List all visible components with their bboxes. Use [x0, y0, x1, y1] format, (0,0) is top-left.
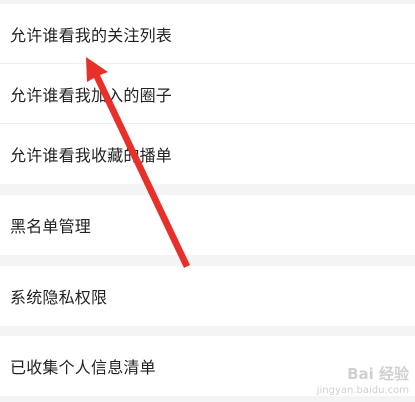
row-label: 允许谁看我加入的圈子	[10, 85, 173, 105]
row-follow-list-visibility[interactable]: 允许谁看我的关注列表	[0, 4, 415, 64]
watermark-url: jingyan.baidu.com	[316, 385, 409, 396]
row-collected-playlists-visibility[interactable]: 允许谁看我收藏的播单	[0, 124, 415, 184]
row-label: 黑名单管理	[10, 217, 92, 236]
row-label: 已收集个人信息清单	[10, 358, 156, 377]
blacklist-group: 黑名单管理	[0, 195, 415, 255]
watermark-logo: Bai 经验	[347, 365, 409, 383]
row-label: 允许谁看我的关注列表	[10, 25, 173, 45]
row-blacklist-management[interactable]: 黑名单管理	[0, 195, 415, 255]
system-permissions-group: 系统隐私权限	[0, 266, 415, 326]
row-joined-circles-visibility[interactable]: 允许谁看我加入的圈子	[0, 64, 415, 124]
baidu-jingyan-watermark: Bai 经验 jingyan.baidu.com	[317, 363, 409, 396]
privacy-visibility-group: 允许谁看我的关注列表 允许谁看我加入的圈子 允许谁看我收藏的播单	[0, 4, 415, 184]
row-label: 系统隐私权限	[10, 288, 108, 307]
privacy-settings-screen: 允许谁看我的关注列表 允许谁看我加入的圈子 允许谁看我收藏的播单 黑名单管理 系…	[0, 0, 415, 402]
row-system-privacy-permissions[interactable]: 系统隐私权限	[0, 266, 415, 326]
row-label: 允许谁看我收藏的播单	[10, 146, 173, 165]
